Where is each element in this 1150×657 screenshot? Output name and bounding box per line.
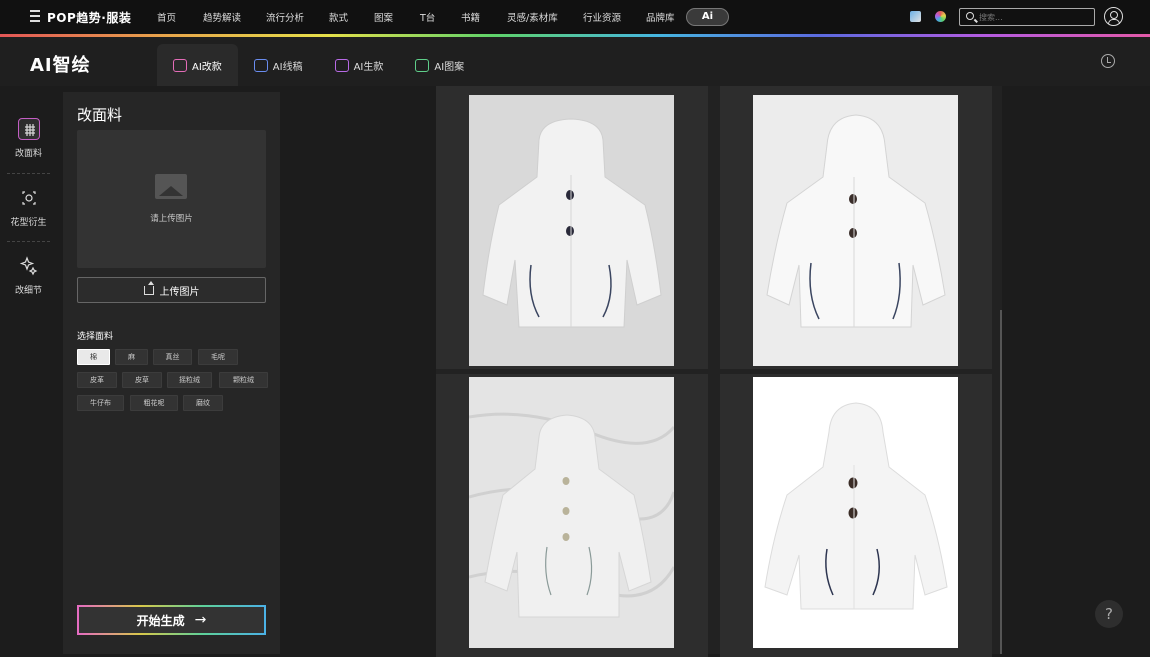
nav-link-styles[interactable]: 款式: [329, 10, 348, 24]
nav-link-home[interactable]: 首页: [157, 10, 176, 24]
upload-image-button[interactable]: 上传图片: [77, 277, 266, 303]
rail-divider: [7, 241, 50, 242]
page-title: AI智绘: [30, 55, 91, 76]
result-image[interactable]: [469, 95, 674, 366]
tab-label: AI改款: [192, 61, 222, 73]
fabric-chip-tweed[interactable]: 粗花呢: [130, 395, 178, 411]
lineart-icon: [253, 58, 268, 72]
nav-link-brands[interactable]: 品牌库: [646, 10, 675, 24]
result-image[interactable]: [753, 95, 958, 366]
rail-item-label: 花型衍生: [10, 218, 47, 228]
tab-label: AI图案: [434, 61, 465, 73]
help-button[interactable]: ?: [1095, 600, 1123, 628]
result-gallery: [436, 86, 1002, 657]
nav-link-inspiration[interactable]: 灵感/素材库: [507, 10, 558, 24]
search-input[interactable]: [979, 10, 1089, 24]
fabric-grid-icon: [17, 118, 40, 140]
fabric-chip-linen[interactable]: 麻: [115, 349, 148, 365]
ai-pill-button[interactable]: Ai: [686, 8, 729, 26]
top-navigation: POP趋势·服装 首页 趋势解读 流行分析 款式 图案 T台 书籍 灵感/素材库…: [0, 0, 1150, 34]
gallery-scrollbar[interactable]: [1000, 310, 1002, 654]
result-image[interactable]: [753, 377, 958, 648]
fabric-chip-fur[interactable]: 皮草: [122, 372, 162, 388]
color-palette-icon[interactable]: [935, 11, 946, 22]
history-icon[interactable]: [1101, 54, 1115, 68]
rail-item-pattern-derive[interactable]: 花型衍生: [0, 187, 57, 228]
rail-item-label: 改细节: [14, 286, 42, 296]
upload-icon: [143, 280, 154, 295]
search-icon: [966, 12, 974, 20]
ai-subheader: AI智绘 AI改款 AI线稿 AI生款 AI图案: [0, 37, 1150, 86]
sparkle-edit-icon: [18, 255, 40, 277]
result-tile[interactable]: [436, 374, 708, 657]
nav-link-trends[interactable]: 趋势解读: [203, 10, 241, 24]
result-image[interactable]: [469, 377, 674, 648]
image-search-icon[interactable]: [910, 11, 921, 22]
fabric-chip-leather[interactable]: 皮革: [77, 372, 117, 388]
fabric-chip-silk[interactable]: 真丝: [153, 349, 192, 365]
tab-ai-pattern[interactable]: AI图案: [399, 44, 480, 86]
shirt-icon: [173, 58, 187, 72]
tab-label: AI线稿: [272, 61, 303, 73]
upload-dropzone[interactable]: 请上传图片: [77, 130, 266, 268]
pattern-icon: [18, 187, 40, 209]
result-tile[interactable]: [436, 86, 708, 369]
arrow-right-icon: →: [194, 612, 207, 628]
fabric-chip-sherpa[interactable]: 颗粒绒: [219, 372, 268, 388]
fabric-chip-denim[interactable]: 牛仔布: [77, 395, 124, 411]
user-account-icon[interactable]: [1104, 7, 1123, 26]
fabric-panel: 改面料 请上传图片 上传图片 选择面料 棉 麻 真丝 毛呢 皮革 皮草 摇粒绒 …: [63, 92, 280, 654]
panel-title: 改面料: [77, 106, 123, 124]
rail-divider: [7, 173, 50, 174]
tab-label: AI生款: [353, 61, 384, 73]
result-tile[interactable]: [720, 86, 992, 369]
ai-generate-icon: [334, 58, 349, 72]
nav-link-runway[interactable]: T台: [420, 10, 435, 24]
nav-link-books[interactable]: 书籍: [461, 10, 480, 24]
fabric-chip-fleece[interactable]: 摇粒绒: [167, 372, 212, 388]
ai-pattern-icon: [415, 58, 430, 72]
rail-item-change-fabric[interactable]: 改面料: [0, 118, 57, 159]
image-placeholder-icon: [155, 174, 187, 199]
fabric-section-label: 选择面料: [77, 332, 114, 342]
site-logo[interactable]: POP趋势·服装: [47, 9, 131, 26]
upload-hint: 请上传图片: [150, 214, 193, 224]
start-generate-button[interactable]: 开始生成 →: [77, 605, 266, 635]
result-tile[interactable]: [720, 374, 992, 657]
nav-link-analysis[interactable]: 流行分析: [266, 10, 304, 24]
generate-button-label: 开始生成: [136, 613, 185, 628]
tab-ai-restyle[interactable]: AI改款: [157, 44, 238, 86]
ai-tabs: AI改款 AI线稿 AI生款 AI图案: [157, 44, 480, 86]
upload-button-label: 上传图片: [159, 286, 200, 298]
nav-link-industry[interactable]: 行业资源: [583, 10, 621, 24]
fabric-chip-wool[interactable]: 毛呢: [198, 349, 238, 365]
fabric-chip-sanded[interactable]: 磨纹: [183, 395, 223, 411]
nav-link-patterns[interactable]: 图案: [374, 10, 393, 24]
search-box: [959, 8, 1095, 26]
fabric-chip-cotton[interactable]: 棉: [77, 349, 110, 365]
menu-icon[interactable]: [30, 10, 40, 22]
left-tool-rail: 改面料 花型衍生 改细节: [0, 86, 57, 654]
rail-item-change-detail[interactable]: 改细节: [0, 255, 57, 296]
tab-ai-generate[interactable]: AI生款: [319, 44, 400, 86]
tab-ai-lineart[interactable]: AI线稿: [238, 44, 319, 86]
rail-item-label: 改面料: [14, 149, 42, 159]
